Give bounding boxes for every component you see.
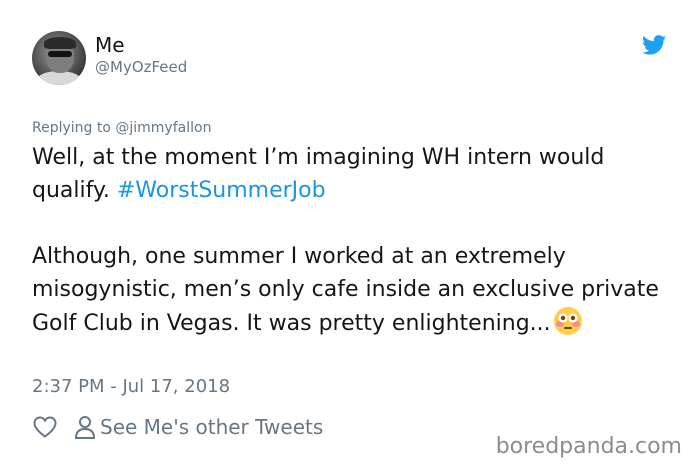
heart-icon[interactable] — [32, 414, 58, 440]
user-avatar[interactable] — [32, 31, 86, 85]
tweet-actions: See Me's other Tweets — [32, 412, 323, 442]
flushed-face-icon — [553, 307, 582, 335]
tweet-paragraph-2: Although, one summer I worked at an extr… — [32, 240, 672, 340]
hashtag-link[interactable]: #WorstSummerJob — [117, 178, 326, 203]
tweet-paragraph-1: Well, at the moment I’m imagining WH int… — [32, 141, 672, 207]
tweet-timestamp[interactable]: 2:37 PM - Jul 17, 2018 — [32, 376, 230, 397]
see-other-tweets-link[interactable]: See Me's other Tweets — [100, 415, 323, 439]
tweet-card: Me @MyOzFeed Replying to @jimmyfallon We… — [0, 0, 700, 469]
replying-to[interactable]: Replying to @jimmyfallon — [32, 120, 211, 136]
watermark: boredpanda.com — [495, 434, 682, 459]
person-icon[interactable] — [74, 414, 96, 440]
tweet-body: Well, at the moment I’m imagining WH int… — [32, 141, 672, 340]
user-display-name[interactable]: Me — [95, 33, 125, 57]
user-handle[interactable]: @MyOzFeed — [95, 58, 187, 76]
twitter-bird-icon[interactable] — [642, 35, 666, 55]
